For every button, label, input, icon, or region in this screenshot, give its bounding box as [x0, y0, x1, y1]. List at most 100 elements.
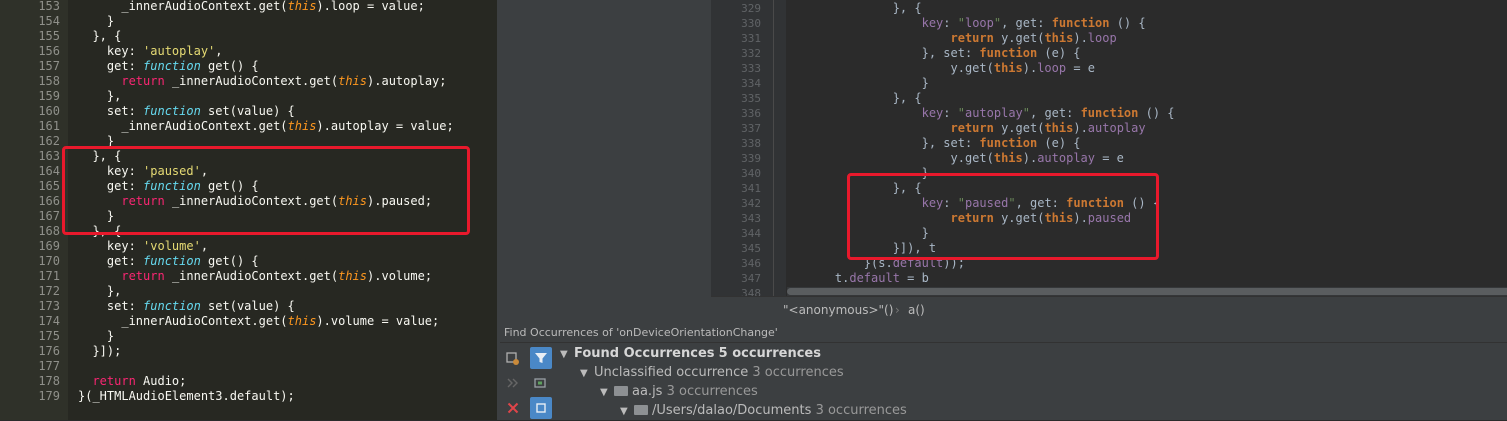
- line-number: 334: [741, 77, 761, 90]
- code-line[interactable]: 155 }, {: [0, 29, 497, 44]
- find-occurrences-panel: Find Occurrences of 'onDeviceOrientation…: [500, 322, 1507, 420]
- scrollbar-thumb[interactable]: [787, 288, 1507, 295]
- preview-icon[interactable]: [530, 373, 550, 393]
- pin-icon[interactable]: [530, 397, 552, 419]
- code-line[interactable]: 171 return _innerAudioContext.get(this).…: [0, 269, 497, 284]
- code-line[interactable]: 337 return y.get(this).autoplay: [711, 121, 1507, 136]
- chevron-down-icon[interactable]: ▼: [580, 364, 594, 383]
- code-text: return _innerAudioContext.get(this).auto…: [121, 74, 447, 88]
- code-line[interactable]: 338 }, set: function (e) {: [711, 136, 1507, 151]
- tree-row-label: Found Occurrences: [574, 346, 715, 361]
- code-line[interactable]: 335 }, {: [711, 91, 1507, 106]
- code-line[interactable]: 336 key: "autoplay", get: function () {: [711, 106, 1507, 121]
- code-line[interactable]: 156 key: 'autoplay',: [0, 44, 497, 59]
- breadcrumb-item-anonymous[interactable]: "<anonymous>"(): [783, 303, 893, 317]
- code-text: }: [78, 14, 115, 28]
- code-line[interactable]: 334 }: [711, 76, 1507, 91]
- chevron-down-icon[interactable]: ▼: [600, 383, 614, 402]
- code-text: set: function set(value) {: [78, 104, 295, 118]
- code-text: _innerAudioContext.get(this).autoplay = …: [78, 119, 454, 133]
- chevron-down-icon[interactable]: ▼: [620, 402, 634, 421]
- right-editor[interactable]: 329 }, {330 key: "loop", get: function (…: [711, 0, 1507, 296]
- line-number: 330: [741, 17, 761, 30]
- tree-row-count: 3 occurrences: [666, 384, 758, 399]
- code-text: _innerAudioContext.get(this).volume = va…: [78, 314, 440, 328]
- line-number: 331: [741, 32, 761, 45]
- line-number: 337: [741, 122, 761, 135]
- code-line[interactable]: 173 set: function set(value) {: [0, 299, 497, 314]
- code-line[interactable]: 172 },: [0, 284, 497, 299]
- code-line[interactable]: 330 key: "loop", get: function () {: [711, 16, 1507, 31]
- filter-icon[interactable]: [530, 347, 552, 369]
- line-number: 178: [38, 374, 60, 388]
- line-number: 156: [38, 44, 60, 58]
- line-number: 340: [741, 167, 761, 180]
- line-number: 344: [741, 227, 761, 240]
- code-line[interactable]: 177: [0, 359, 497, 374]
- tree-row-directory[interactable]: ▼ /Users/dalao/Documents 3 occurrences: [620, 401, 907, 420]
- line-number: 172: [38, 284, 60, 298]
- tree-row-count: 3 occurrences: [815, 403, 907, 418]
- code-text: return y.get(this).loop: [950, 31, 1117, 45]
- code-line[interactable]: 154 }: [0, 14, 497, 29]
- tree-row-label: aa.js: [632, 384, 663, 399]
- line-number: 347: [741, 272, 761, 285]
- code-text: get: function get() {: [78, 254, 259, 268]
- line-number: 168: [38, 224, 60, 238]
- settings-icon[interactable]: [503, 349, 523, 369]
- line-number: 333: [741, 62, 761, 75]
- code-text: t.default = b: [806, 271, 929, 285]
- line-number: 335: [741, 92, 761, 105]
- breadcrumb-item-a[interactable]: a(): [908, 303, 925, 317]
- code-line[interactable]: 159 },: [0, 89, 497, 104]
- breadcrumb-separator: ›: [895, 303, 900, 317]
- code-line[interactable]: 176 }]);: [0, 344, 497, 359]
- tree-row-label: /Users/dalao/Documents: [652, 403, 812, 418]
- code-line[interactable]: 175 }: [0, 329, 497, 344]
- left-editor[interactable]: 153 _innerAudioContext.get(this).loop = …: [0, 0, 497, 420]
- line-number: 346: [741, 257, 761, 270]
- code-line[interactable]: 169 key: 'volume',: [0, 239, 497, 254]
- line-number: 179: [38, 389, 60, 403]
- code-line[interactable]: 157 get: function get() {: [0, 59, 497, 74]
- code-line[interactable]: 347 t.default = b: [711, 271, 1507, 286]
- code-line[interactable]: 170 get: function get() {: [0, 254, 497, 269]
- code-line[interactable]: 178 return Audio;: [0, 374, 497, 389]
- code-text: key: 'autoplay',: [78, 44, 223, 58]
- highlight-box-left: [62, 146, 470, 235]
- tree-row-found-occurrences[interactable]: ▼ Found Occurrences 5 occurrences: [560, 344, 821, 363]
- code-line[interactable]: 174 _innerAudioContext.get(this).volume …: [0, 314, 497, 329]
- line-number: 166: [38, 194, 60, 208]
- code-line[interactable]: 160 set: function set(value) {: [0, 104, 497, 119]
- horizontal-scrollbar[interactable]: [787, 287, 1507, 296]
- code-text: key: 'volume',: [78, 239, 209, 253]
- code-text: y.get(this).loop = e: [806, 61, 1096, 75]
- line-number: 158: [38, 74, 60, 88]
- line-number: 338: [741, 137, 761, 150]
- find-panel-title: Find Occurrences of 'onDeviceOrientation…: [504, 326, 778, 339]
- code-line[interactable]: 179 }(_HTMLAudioElement3.default);: [0, 389, 497, 404]
- breadcrumb-bar: "<anonymous>"() › a(): [711, 296, 1507, 322]
- line-number: 162: [38, 134, 60, 148]
- line-number: 170: [38, 254, 60, 268]
- code-line[interactable]: 333 y.get(this).loop = e: [711, 61, 1507, 76]
- tree-row-file[interactable]: ▼ aa.js 3 occurrences: [600, 382, 758, 401]
- code-line[interactable]: 329 }, {: [711, 1, 1507, 16]
- code-line[interactable]: 158 return _innerAudioContext.get(this).…: [0, 74, 497, 89]
- code-line[interactable]: 339 y.get(this).autoplay = e: [711, 151, 1507, 166]
- line-number: 345: [741, 242, 761, 255]
- code-line[interactable]: 161 _innerAudioContext.get(this).autopla…: [0, 119, 497, 134]
- code-line[interactable]: 332 }, set: function (e) {: [711, 46, 1507, 61]
- code-text: }(_HTMLAudioElement3.default);: [78, 389, 295, 403]
- code-text: return y.get(this).autoplay: [950, 121, 1146, 135]
- code-line[interactable]: 153 _innerAudioContext.get(this).loop = …: [0, 0, 497, 14]
- chevron-down-icon[interactable]: ▼: [560, 345, 574, 364]
- code-text: }, set: function (e) {: [806, 136, 1081, 150]
- code-text: get: function get() {: [78, 59, 259, 73]
- line-number: 173: [38, 299, 60, 313]
- expand-all-icon[interactable]: [503, 373, 523, 393]
- code-line[interactable]: 331 return y.get(this).loop: [711, 31, 1507, 46]
- close-icon[interactable]: [503, 398, 523, 418]
- line-number: 154: [38, 14, 60, 28]
- tree-row-unclassified[interactable]: ▼ Unclassified occurrence 3 occurrences: [580, 363, 844, 382]
